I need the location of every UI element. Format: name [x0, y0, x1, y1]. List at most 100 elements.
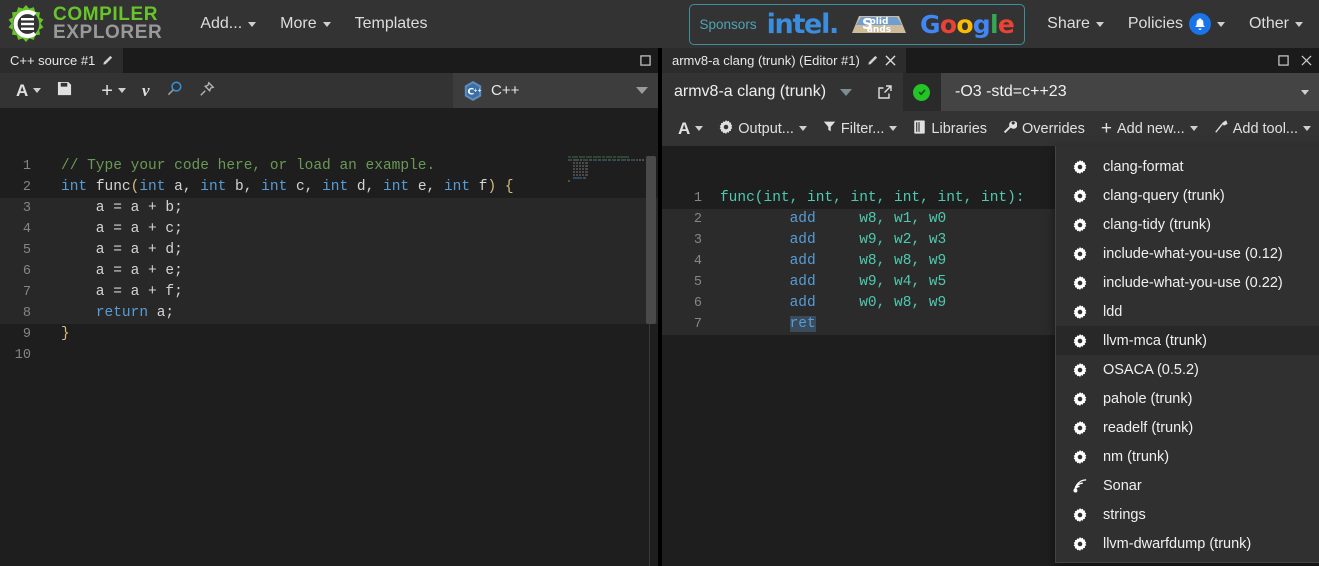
tab-compiler[interactable]: armv8-a clang (trunk) (Editor #1) [661, 48, 906, 73]
menu-item-llvm-dwarfdump-trunk[interactable]: llvm-dwarfdump (trunk) [1056, 529, 1319, 558]
nav-share[interactable]: Share [1035, 8, 1116, 40]
gear-icon [1072, 449, 1089, 464]
main-split: C++ source #1 A + v C ++ C++ 1 // Type y… [0, 48, 1319, 566]
close-pane-icon[interactable] [1301, 55, 1312, 66]
tool-icon [1214, 119, 1228, 138]
nav-policies[interactable]: Policies [1116, 6, 1237, 42]
chevron-down-icon [636, 87, 648, 94]
menu-item-label: readelf (trunk) [1102, 419, 1194, 436]
add-tool-button[interactable]: Add tool... [1206, 116, 1319, 142]
wrench-icon [1003, 120, 1018, 138]
language-selector[interactable]: C ++ C++ [453, 73, 658, 108]
line-number: 1 [693, 191, 702, 206]
font-size-icon: A [677, 118, 691, 138]
asm-font-size-button[interactable]: A [670, 115, 711, 143]
menu-item-strings[interactable]: strings [1056, 500, 1319, 529]
menu-item-osaca-0-5-2[interactable]: OSACA (0.5.2) [1056, 355, 1319, 384]
menu-item-label: OSACA (0.5.2) [1102, 361, 1199, 378]
chevron-down-icon [322, 21, 331, 27]
compiler-explorer-gear-icon [8, 5, 44, 42]
menu-item-label: strings [1102, 506, 1146, 523]
menu-item-clang-tidy-trunk[interactable]: clang-tidy (trunk) [1056, 210, 1319, 239]
nav-add-label: Add... [200, 15, 243, 32]
font-size-button[interactable]: A [8, 77, 49, 105]
solid-sands-logo[interactable]: olid ands S [848, 11, 910, 37]
line-text: a = a + c; [61, 221, 183, 237]
add-new-button[interactable]: + Add new... [1093, 117, 1206, 141]
vim-icon: v [141, 80, 150, 100]
app-logo[interactable]: COMPILER EXPLORER [0, 4, 162, 44]
line-number: 4 [22, 222, 31, 237]
menu-item-label: ldd [1102, 303, 1123, 320]
filter-label: Filter... [840, 120, 885, 137]
compiler-tab-controls [1278, 48, 1312, 73]
maximize-icon[interactable] [640, 55, 651, 66]
filter-button[interactable]: Filter... [815, 116, 906, 141]
nav-add[interactable]: Add... [188, 8, 268, 40]
editor-vertical-scrollbar[interactable] [644, 156, 658, 566]
editor-pane: C++ source #1 A + v C ++ C++ 1 // Type y… [0, 48, 658, 566]
options-dropdown-button[interactable] [1291, 73, 1319, 111]
svg-text:S: S [862, 15, 873, 33]
close-icon[interactable] [885, 55, 896, 66]
tab-cpp-source[interactable]: C++ source #1 [0, 48, 124, 73]
save-button[interactable] [49, 77, 93, 104]
pin-icon [199, 81, 215, 101]
line-number: 5 [693, 275, 702, 290]
line-number: 6 [22, 264, 31, 279]
source-code-editor[interactable]: 1 // Type your code here, or load an exam… [0, 156, 658, 566]
gear-icon [1072, 246, 1089, 261]
compiler-name-label: armv8-a clang (trunk) [673, 83, 827, 100]
sponsors-label: Sponsors [699, 16, 757, 32]
menu-item-sonar[interactable]: Sonar [1056, 471, 1319, 500]
line-text: } [61, 326, 70, 342]
menu-item-ldd[interactable]: ldd [1056, 297, 1319, 326]
line-text: a = a + e; [61, 263, 183, 279]
pin-button[interactable] [191, 77, 223, 105]
code-line: 5 a = a + d; [0, 240, 658, 261]
intel-logo[interactable]: intel. [767, 9, 840, 40]
menu-item-label: Sonar [1102, 477, 1142, 494]
rename-pencil-icon[interactable] [867, 55, 878, 66]
popout-button[interactable] [867, 73, 903, 111]
menu-item-include-what-you-use-0-22[interactable]: include-what-you-use (0.22) [1056, 268, 1319, 297]
rename-pencil-icon[interactable] [102, 55, 113, 66]
output-label: Output... [738, 120, 794, 137]
cpp-logo-icon: C ++ [463, 80, 483, 102]
menu-item-clang-query-trunk[interactable]: clang-query (trunk) [1056, 181, 1319, 210]
menu-item-label: pahole (trunk) [1102, 390, 1193, 407]
vim-mode-button[interactable]: v [134, 77, 158, 105]
menu-item-pahole-trunk[interactable]: pahole (trunk) [1056, 384, 1319, 413]
menu-item-clang-format[interactable]: clang-format [1056, 152, 1319, 181]
menu-item-llvm-mca-trunk[interactable]: llvm-mca (trunk) [1055, 326, 1319, 355]
line-number: 2 [693, 212, 702, 227]
svg-text:++: ++ [473, 87, 481, 93]
overrides-button[interactable]: Overrides [995, 116, 1093, 142]
add-icon: + [101, 79, 113, 102]
output-button[interactable]: Output... [711, 116, 815, 142]
menu-item-nm-trunk[interactable]: nm (trunk) [1056, 442, 1319, 471]
compiler-selector[interactable]: armv8-a clang (trunk) [662, 73, 867, 111]
google-logo[interactable]: Google [920, 10, 1015, 39]
line-number: 7 [22, 285, 31, 300]
nav-other[interactable]: Other [1237, 8, 1315, 40]
save-icon [57, 81, 72, 100]
menu-item-readelf-trunk[interactable]: readelf (trunk) [1056, 413, 1319, 442]
search-button[interactable] [158, 76, 191, 105]
libraries-button[interactable]: Libraries [905, 116, 995, 142]
compiler-options-input[interactable] [940, 73, 1291, 111]
line-text: a = a + b; [61, 200, 183, 216]
line-text: // Type your code here, or load an examp… [61, 158, 436, 174]
editor-tabbar: C++ source #1 [0, 48, 658, 73]
menu-item-include-what-you-use-0-12[interactable]: include-what-you-use (0.12) [1056, 239, 1319, 268]
nav-more[interactable]: More [268, 8, 342, 40]
chevron-down-icon [889, 126, 898, 131]
chevron-down-icon [1189, 126, 1198, 131]
sponsors-box[interactable]: Sponsors intel. olid ands S Google [688, 3, 1026, 45]
add-button[interactable]: + [93, 80, 134, 102]
maximize-icon[interactable] [1278, 55, 1289, 66]
editor-tab-controls [640, 48, 651, 73]
plus-icon: + [1100, 118, 1112, 139]
nav-templates[interactable]: Templates [343, 8, 440, 40]
filter-icon [823, 120, 836, 137]
